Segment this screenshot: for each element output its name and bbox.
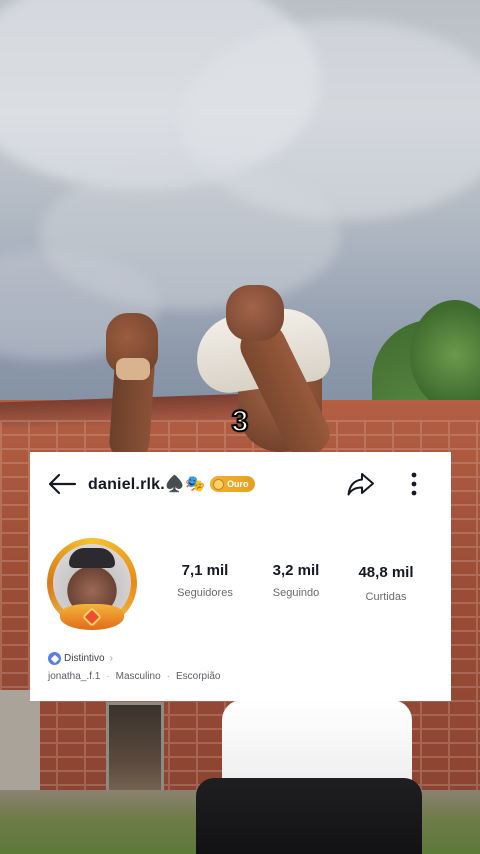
- badge-link[interactable]: Distintivo ›: [48, 652, 113, 665]
- stat-value: 48,8 mil: [358, 564, 414, 581]
- more-vertical-icon: [411, 472, 417, 496]
- profile-handle: jonatha_.f.1: [48, 671, 101, 682]
- right-fist: [226, 285, 284, 341]
- back-button[interactable]: [44, 469, 80, 499]
- tier-badge-label: Ouro: [227, 479, 249, 489]
- separator: ·: [166, 671, 170, 682]
- avatar-crest-icon: [60, 604, 124, 630]
- tier-badge[interactable]: Ouro: [210, 476, 255, 492]
- profile-zodiac: Escorpião: [175, 671, 221, 682]
- separator: ·: [106, 671, 110, 682]
- stat-label: Seguidores: [177, 587, 233, 599]
- profile-top-bar: daniel.rlk.♠️🎭 Ouro: [30, 452, 451, 514]
- stat-followers[interactable]: 7,1 mil Seguidores: [168, 562, 242, 599]
- coin-icon: [213, 478, 224, 490]
- stat-value: 7,1 mil: [181, 562, 229, 579]
- badge-link-label: Distintivo: [64, 653, 105, 664]
- chevron-right-icon: ›: [109, 653, 113, 664]
- stat-label: Curtidas: [365, 591, 407, 603]
- share-arrow-icon: [347, 473, 374, 496]
- video-background: 3: [0, 0, 480, 854]
- avatar-cap: [69, 548, 115, 568]
- profile-gender: Masculino: [115, 671, 161, 682]
- wrist-bandage: [116, 358, 150, 380]
- stat-value: 3,2 mil: [272, 562, 320, 579]
- profile-card: daniel.rlk.♠️🎭 Ouro 7,1 mil Seguidores 3…: [30, 452, 451, 701]
- avatar[interactable]: [44, 536, 140, 634]
- countdown-number: 3: [231, 404, 250, 439]
- share-button[interactable]: [344, 468, 378, 500]
- arrow-left-icon: [48, 473, 77, 495]
- stat-label: Seguindo: [272, 587, 320, 599]
- stat-following[interactable]: 3,2 mil Seguindo: [264, 562, 328, 599]
- more-options-button[interactable]: [402, 468, 426, 500]
- profile-username: daniel.rlk.♠️🎭: [88, 476, 206, 493]
- shield-icon: [48, 652, 61, 665]
- black-shorts: [196, 778, 422, 854]
- stat-likes[interactable]: 48,8 mil Curtidas: [352, 564, 420, 603]
- profile-info-row: jonatha_.f.1 · Masculino · Escorpião: [48, 671, 220, 682]
